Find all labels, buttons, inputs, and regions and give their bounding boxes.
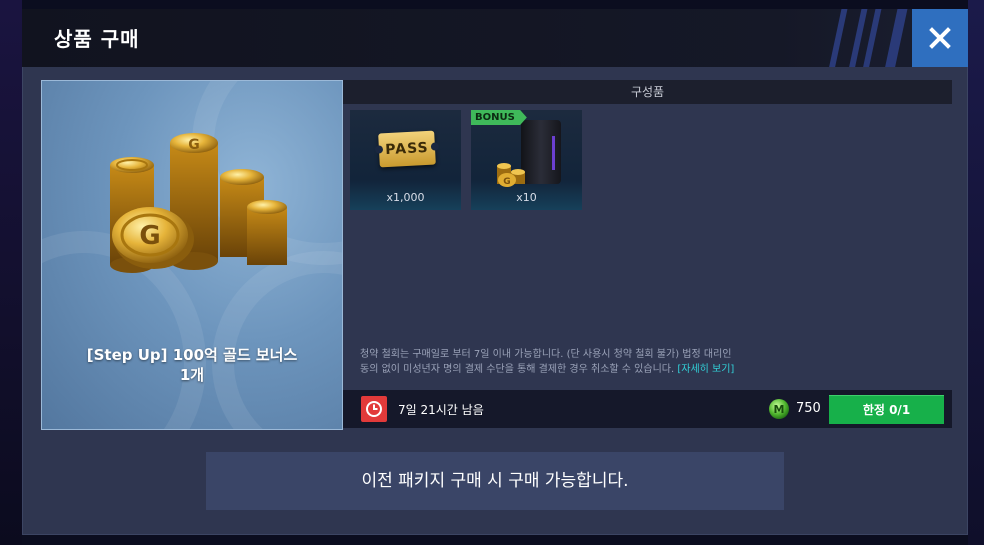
svg-text:G: G (503, 177, 510, 187)
purchase-bar: 7일 21시간 남음 M 750 한정 0/1 (343, 390, 952, 428)
details-link[interactable]: [자세히 보기] (677, 364, 734, 375)
buy-button[interactable]: 한정 0/1 (829, 395, 944, 424)
timer-badge (361, 396, 387, 422)
product-name-line2: 1개 (179, 366, 205, 384)
close-button[interactable] (912, 9, 968, 67)
notice-line2-wrap: 동의 없이 미성년자 명의 결제 수단을 통해 결제한 경우 취소할 수 있습니… (360, 362, 800, 377)
svg-text:G: G (188, 137, 200, 153)
header-stripe (825, 9, 849, 67)
background-left (0, 0, 22, 545)
bonus-badge: BONUS (471, 110, 527, 125)
background-right (968, 0, 984, 545)
header-stripe (881, 9, 909, 67)
notice-line1: 청약 철회는 구매일로 부터 7일 이내 가능합니다. (단 사용시 청약 철회… (360, 349, 732, 360)
product-name-line1: [Step Up] 100억 골드 보너스 (86, 346, 298, 364)
notice-line2: 동의 없이 미성년자 명의 결제 수단을 통해 결제한 경우 취소할 수 있습니… (360, 364, 675, 375)
small-coins-icon: G (497, 163, 525, 187)
time-remaining: 7일 21시간 남음 (398, 403, 484, 417)
pass-ticket-icon: PASS (374, 130, 440, 168)
gold-coins-pile-icon: G G (110, 133, 287, 273)
item-card-bonus[interactable]: G BONUS x10 (471, 110, 582, 210)
close-icon (929, 27, 951, 49)
svg-text:M: M (774, 403, 785, 416)
item-quantity: x10 (516, 191, 537, 204)
m-coin-glyph: M (769, 399, 789, 419)
purchase-modal: 상품 구매 G G [Step Up] 100억 골드 보너스 1개 구성품 P… (22, 9, 968, 535)
clock-icon (366, 401, 382, 417)
item-card-pass[interactable]: PASS x1,000 (350, 110, 461, 210)
bag-strip (552, 136, 555, 170)
m-coin-icon: M (768, 398, 790, 420)
product-name: [Step Up] 100억 골드 보너스 1개 (42, 345, 342, 385)
contents-header: 구성품 (343, 80, 952, 104)
item-quantity: x1,000 (386, 191, 425, 204)
purchase-condition-message: 이전 패키지 구매 시 구매 가능합니다. (206, 452, 784, 510)
pass-ticket-text: PASS (384, 139, 430, 159)
modal-header: 상품 구매 (22, 9, 968, 67)
modal-title: 상품 구매 (54, 27, 140, 51)
price-value: 750 (796, 401, 821, 416)
refund-notice: 청약 철회는 구매일로 부터 7일 이내 가능합니다. (단 사용시 청약 철회… (360, 347, 800, 377)
svg-text:G: G (139, 221, 160, 251)
product-panel: G G [Step Up] 100억 골드 보너스 1개 (41, 80, 343, 430)
